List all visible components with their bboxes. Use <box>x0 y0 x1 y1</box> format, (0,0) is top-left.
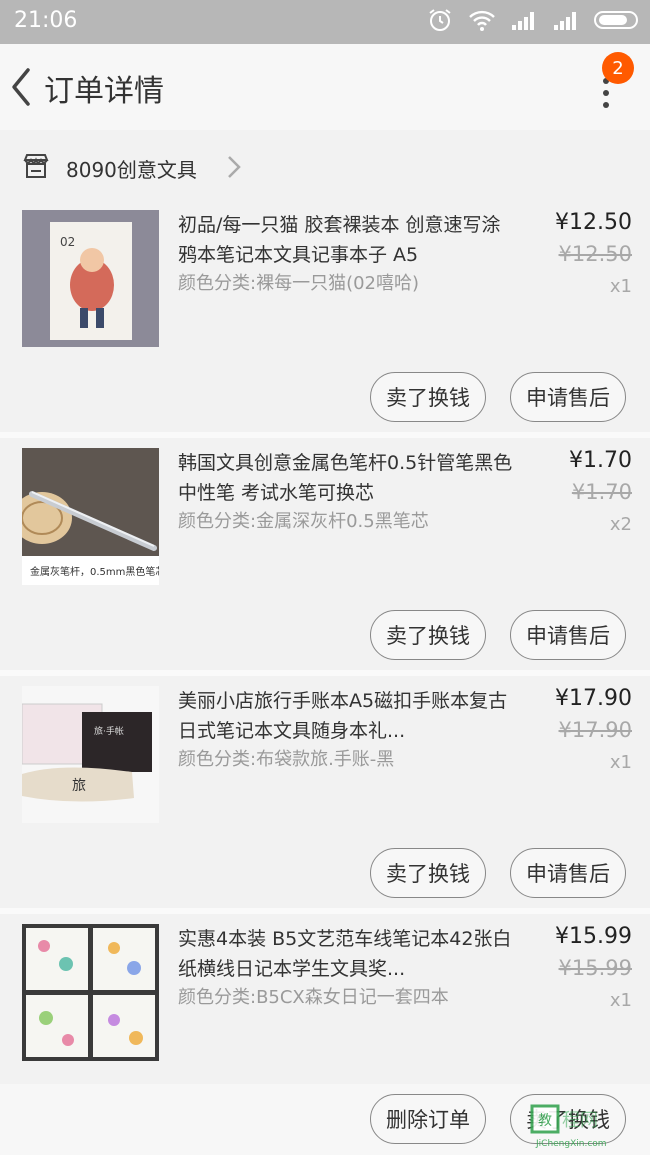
product-quantity: x1 <box>609 752 632 773</box>
order-item[interactable]: 实惠4本装 B5文艺范车线笔记本42张白纸横线日记本学生文具奖... 颜色分类:… <box>0 916 650 1082</box>
product-spec: 颜色分类:布袋款旅.手账-黑 <box>178 749 395 770</box>
product-spec: 颜色分类:裸每一只猫(02嘻哈) <box>178 273 420 294</box>
shop-row[interactable]: 8090创意文具 <box>0 136 650 198</box>
alarm-icon <box>429 9 451 31</box>
store-icon <box>23 154 49 178</box>
product-thumbnail[interactable]: 金属灰笔杆，0.5mm黑色笔芯 <box>22 448 159 585</box>
product-price: ¥12.50 <box>555 210 632 235</box>
page-title: 订单详情 <box>44 74 164 109</box>
divider <box>0 432 650 438</box>
more-dot <box>603 102 609 108</box>
notification-badge: 2 <box>602 52 634 84</box>
product-name[interactable]: 韩国文具创意金属色笔杆0.5针管笔黑色中性笔 考试水笔可换芯 <box>178 448 518 508</box>
back-arrow-icon[interactable] <box>6 66 36 108</box>
notebook-cat-image: 02 <box>22 210 159 347</box>
signal-icon-2 <box>554 12 576 30</box>
divider <box>0 670 650 676</box>
status-time: 21:06 <box>14 8 78 33</box>
after-sales-button[interactable]: 申请售后 <box>510 372 626 422</box>
svg-text:金属灰笔杆，0.5mm黑色笔芯: 金属灰笔杆，0.5mm黑色笔芯 <box>30 565 159 578</box>
product-spec: 颜色分类:金属深灰杆0.5黑笔芯 <box>178 511 429 532</box>
order-item[interactable]: 02 初品/每一只猫 胶套裸装本 创意速写涂鸦本笔记本文具记事本子 A5 颜色分… <box>0 202 650 432</box>
watermark-text: JiChengXin.com <box>535 1139 607 1149</box>
product-quantity: x1 <box>609 276 632 297</box>
svg-text:教: 教 <box>538 1113 552 1129</box>
resell-button[interactable]: 卖了换钱 <box>370 610 486 660</box>
pen-image: 金属灰笔杆，0.5mm黑色笔芯 <box>22 448 159 585</box>
signal-icon <box>512 12 534 30</box>
product-name[interactable]: 实惠4本装 B5文艺范车线笔记本42张白纸横线日记本学生文具奖... <box>178 924 518 984</box>
product-thumbnail[interactable]: 旅·手帐 旅 <box>22 686 159 823</box>
battery-icon <box>594 11 638 29</box>
notebook-set-image <box>22 924 159 1061</box>
watermark-logo: 教 程网 JiChengXin.com <box>530 1104 607 1149</box>
divider <box>0 908 650 914</box>
resell-button[interactable]: 卖了换钱 <box>370 372 486 422</box>
product-original-price: ¥1.70 <box>571 480 632 504</box>
wifi-icon <box>469 10 495 31</box>
svg-text:02: 02 <box>60 235 75 249</box>
resell-button[interactable]: 卖了换钱 <box>370 848 486 898</box>
product-quantity: x2 <box>609 514 632 535</box>
svg-text:旅: 旅 <box>72 778 86 794</box>
product-thumbnail[interactable] <box>22 924 159 1061</box>
product-name[interactable]: 美丽小店旅行手账本A5磁扣手账本复古日式笔记本文具随身本礼... <box>178 686 518 746</box>
order-item[interactable]: 旅·手帐 旅 美丽小店旅行手账本A5磁扣手账本复古日式笔记本文具随身本礼... … <box>0 678 650 908</box>
product-original-price: ¥12.50 <box>558 242 632 266</box>
product-price: ¥15.99 <box>555 924 632 949</box>
product-original-price: ¥15.99 <box>558 956 632 980</box>
after-sales-button[interactable]: 申请售后 <box>510 848 626 898</box>
status-bar: 21:06 <box>0 0 650 44</box>
more-menu-button[interactable] <box>598 78 614 118</box>
svg-text:旅·手帐: 旅·手帐 <box>94 725 124 737</box>
after-sales-button[interactable]: 申请售后 <box>510 610 626 660</box>
product-spec: 颜色分类:B5CX森女日记一套四本 <box>178 987 449 1008</box>
product-quantity: x1 <box>609 990 632 1011</box>
more-dot <box>603 90 609 96</box>
product-price: ¥17.90 <box>555 686 632 711</box>
product-name[interactable]: 初品/每一只猫 胶套裸装本 创意速写涂鸦本笔记本文具记事本子 A5 <box>178 210 518 270</box>
order-item[interactable]: 金属灰笔杆，0.5mm黑色笔芯 韩国文具创意金属色笔杆0.5针管笔黑色中性笔 考… <box>0 440 650 670</box>
top-bar: 订单详情 2 <box>0 44 650 130</box>
travel-journal-image: 旅·手帐 旅 <box>22 686 159 823</box>
status-icons <box>426 8 638 32</box>
svg-text:程网: 程网 <box>562 1110 598 1131</box>
shop-name: 8090创意文具 <box>66 158 197 182</box>
chevron-right-icon <box>228 156 241 178</box>
delete-order-button[interactable]: 删除订单 <box>370 1094 486 1144</box>
product-price: ¥1.70 <box>569 448 632 473</box>
product-thumbnail[interactable]: 02 <box>22 210 159 347</box>
product-original-price: ¥17.90 <box>558 718 632 742</box>
